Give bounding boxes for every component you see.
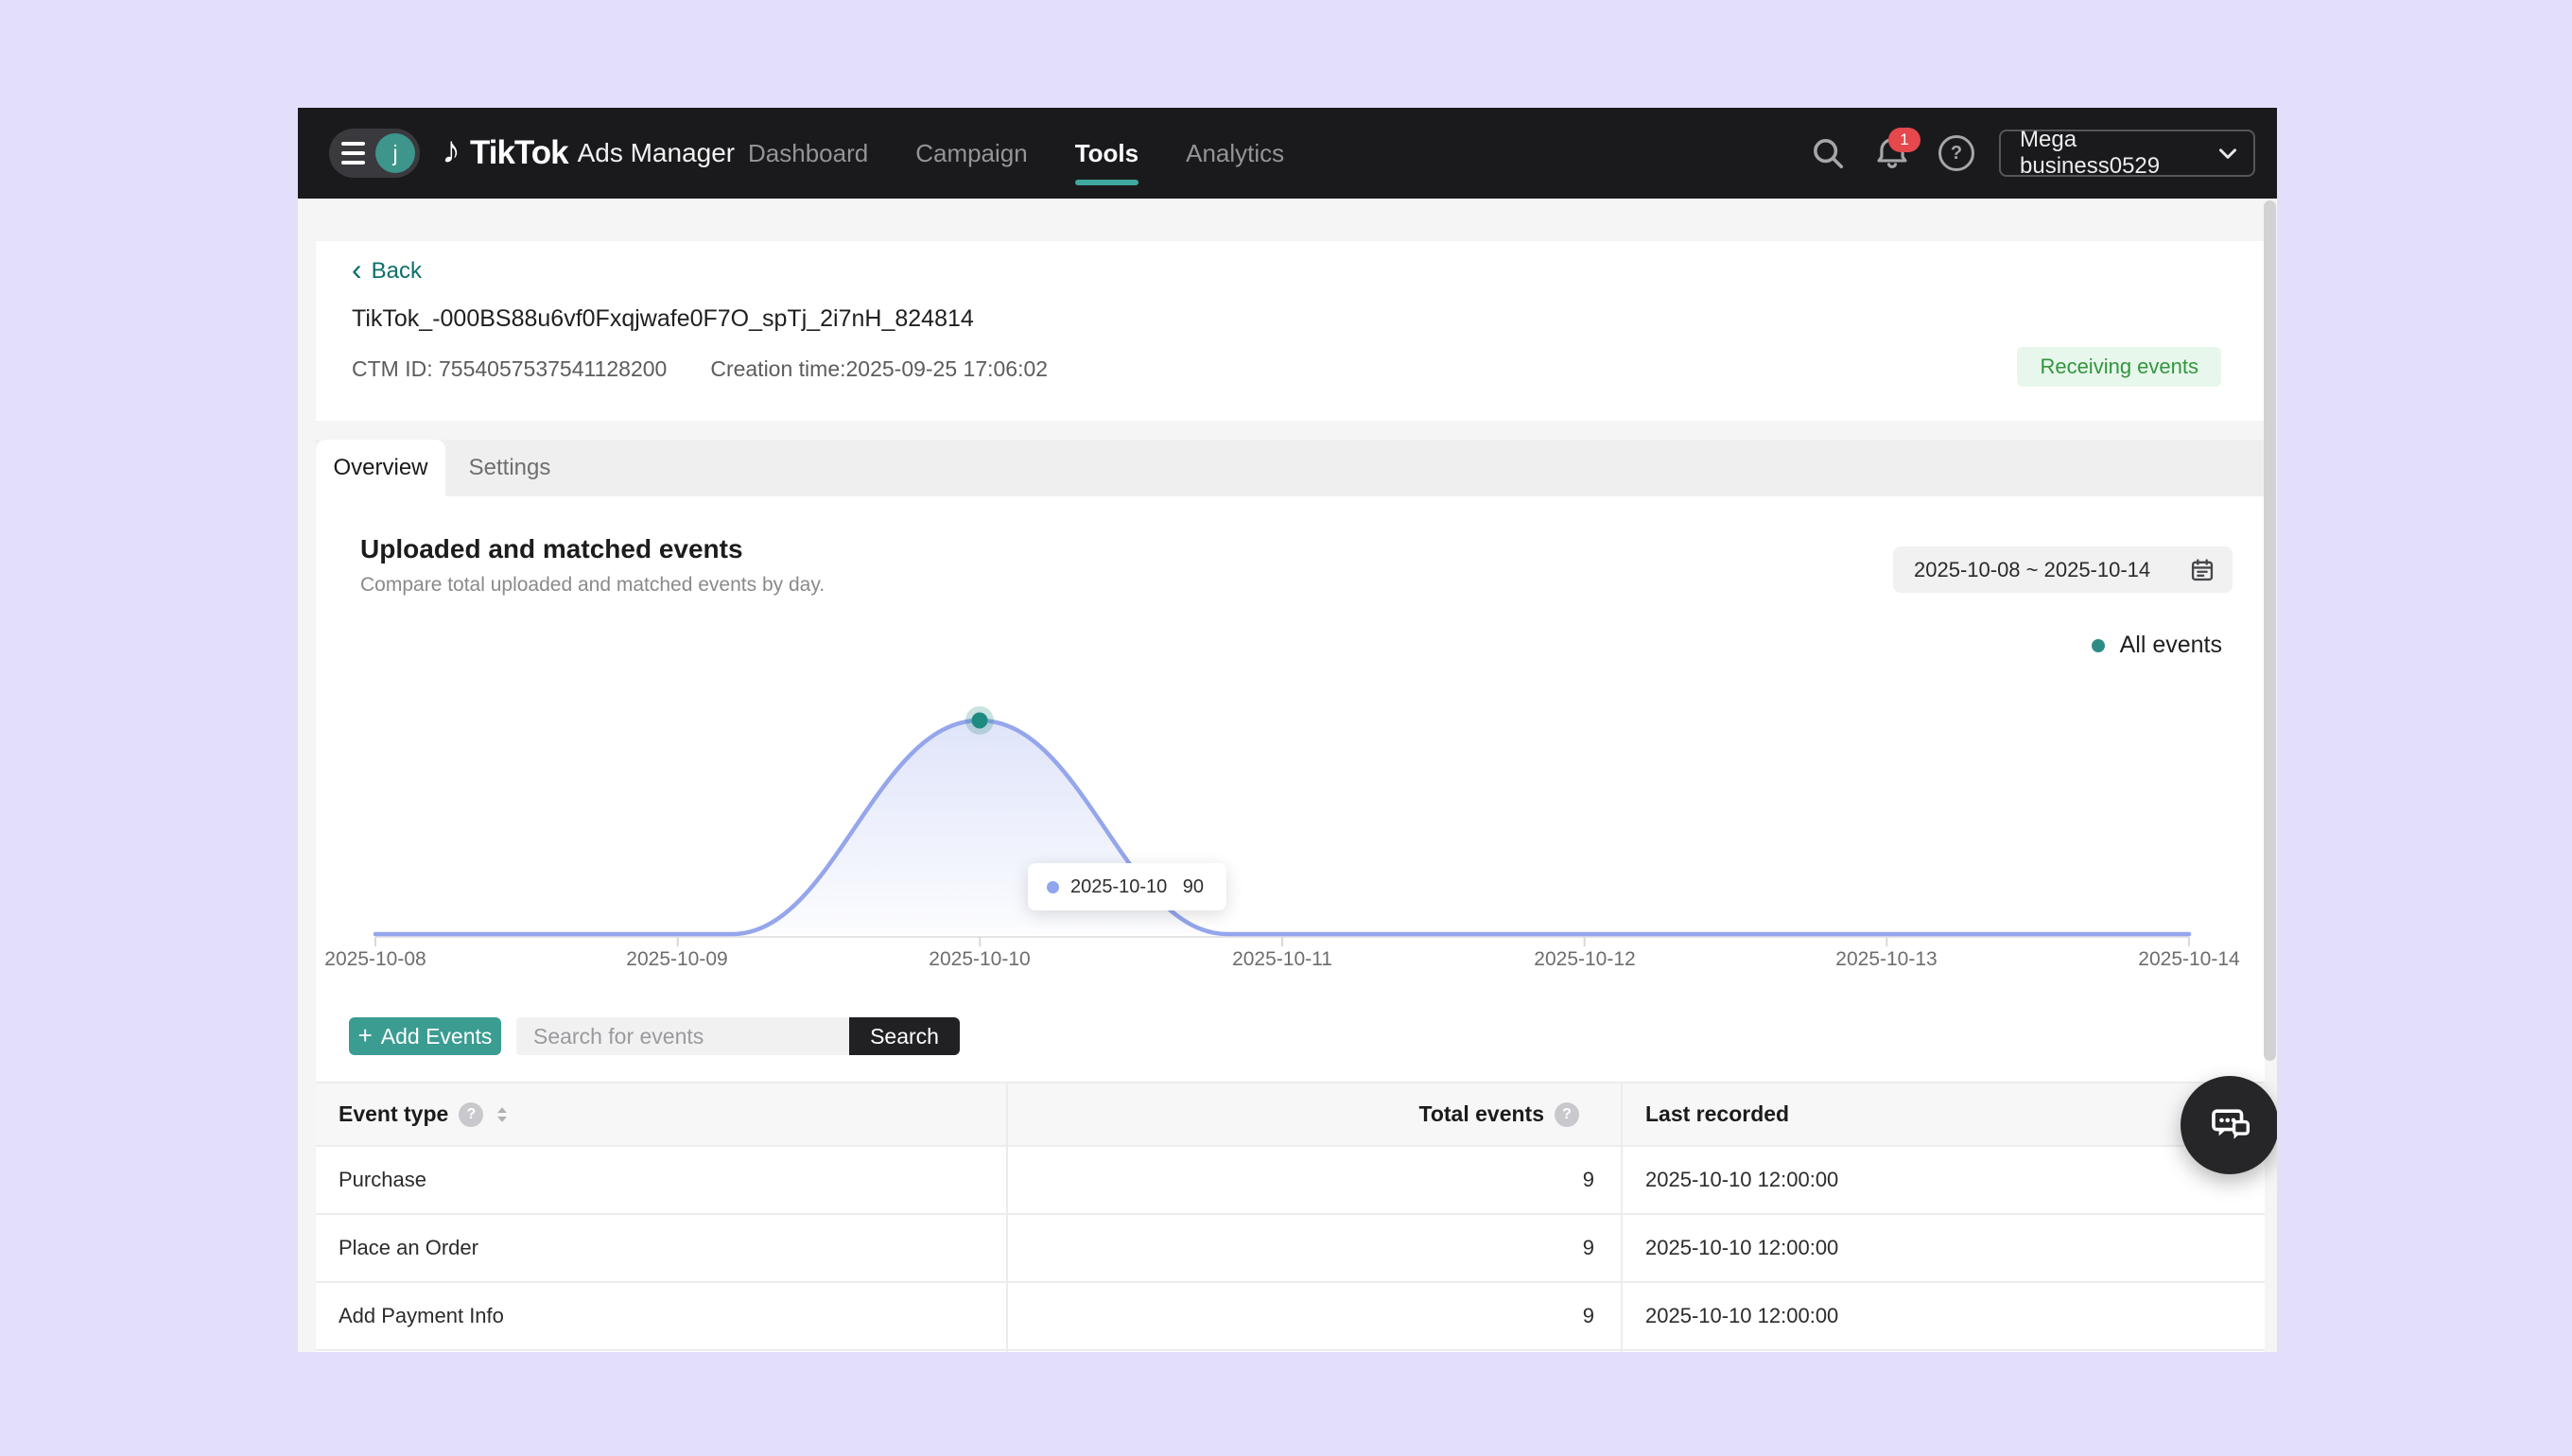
cell-last-recorded bbox=[1623, 1351, 2265, 1352]
help-icon: ? bbox=[1938, 135, 1974, 171]
notifications-button[interactable]: 1 bbox=[1873, 134, 1911, 172]
main-menu-button[interactable]: j bbox=[329, 129, 420, 178]
account-selector[interactable]: Mega business0529 bbox=[1999, 130, 2255, 177]
table-row: Add Payment Info 9 2025-10-10 12:00:00 bbox=[316, 1283, 2265, 1351]
topbar-actions: 1 ? bbox=[1809, 108, 1975, 199]
cell-total-events: 9 bbox=[1008, 1147, 1623, 1213]
nav-campaign[interactable]: Campaign bbox=[915, 108, 1028, 199]
header-last-recorded: Last recorded bbox=[1623, 1083, 2265, 1145]
event-type-help-icon[interactable]: ? bbox=[459, 1102, 483, 1127]
vertical-scrollbar[interactable] bbox=[2264, 200, 2276, 1061]
brand-suffix: Ads Manager bbox=[578, 138, 736, 168]
back-chevron-icon: ‹ bbox=[352, 254, 362, 285]
cell-event-type: Add Payment Info bbox=[316, 1283, 1008, 1349]
nav-dashboard[interactable]: Dashboard bbox=[748, 108, 868, 199]
cell-last-recorded: 2025-10-10 12:00:00 bbox=[1623, 1283, 2265, 1349]
table-row: Purchase 9 2025-10-10 12:00:00 bbox=[316, 1147, 2265, 1215]
cell-event-type bbox=[316, 1351, 1008, 1352]
tab-overview[interactable]: Overview bbox=[316, 440, 445, 496]
total-events-help-icon[interactable]: ? bbox=[1555, 1102, 1579, 1127]
brand-name: TikTok bbox=[470, 134, 568, 172]
add-events-label: Add Events bbox=[381, 1024, 493, 1049]
event-meta: CTM ID: 7554057537541128200 Creation tim… bbox=[352, 356, 1048, 382]
top-navigation-bar: j ♪ TikTok Ads Manager Dashboard Campaig… bbox=[298, 108, 2277, 199]
x-axis-label: 2025-10-13 bbox=[1835, 948, 1937, 971]
back-link[interactable]: ‹ Back bbox=[352, 258, 422, 285]
table-row: Place an Order 9 2025-10-10 12:00:00 bbox=[316, 1215, 2265, 1283]
tab-bar: Overview Settings bbox=[316, 440, 2265, 496]
desktop-background: j ♪ TikTok Ads Manager Dashboard Campaig… bbox=[0, 0, 2572, 1456]
avatar[interactable]: j bbox=[375, 133, 415, 173]
header-total-events-label: Total events bbox=[1419, 1101, 1545, 1127]
creation-time: Creation time:2025-09-25 17:06:02 bbox=[710, 356, 1048, 382]
table-row-partial bbox=[316, 1351, 2265, 1352]
header-last-recorded-label: Last recorded bbox=[1645, 1101, 1789, 1127]
cell-event-type: Place an Order bbox=[316, 1215, 1008, 1281]
sort-icon[interactable] bbox=[495, 1104, 510, 1125]
header-event-type: Event type ? bbox=[316, 1083, 1008, 1145]
notification-badge: 1 bbox=[1888, 128, 1920, 152]
cell-last-recorded: 2025-10-10 12:00:00 bbox=[1623, 1215, 2265, 1281]
search-input[interactable] bbox=[516, 1017, 849, 1055]
nav-tools[interactable]: Tools bbox=[1075, 108, 1138, 199]
chart-subtitle: Compare total uploaded and matched event… bbox=[360, 574, 825, 597]
account-name: Mega business0529 bbox=[2020, 127, 2214, 180]
tiktok-note-icon: ♪ bbox=[442, 131, 461, 169]
tooltip-date: 2025-10-10 bbox=[1070, 876, 1167, 898]
header-event-type-label: Event type bbox=[339, 1101, 448, 1127]
status-badge: Receiving events bbox=[2017, 347, 2221, 387]
tooltip-value: 90 bbox=[1183, 876, 1204, 898]
chat-bubbles-icon bbox=[2206, 1101, 2253, 1149]
chart-tooltip: 2025-10-10 90 bbox=[1028, 863, 1226, 910]
search-button[interactable] bbox=[1809, 134, 1847, 172]
plus-icon: + bbox=[358, 1023, 373, 1048]
events-area-chart bbox=[316, 615, 2265, 983]
add-events-button[interactable]: + Add Events bbox=[349, 1017, 501, 1055]
calendar-icon bbox=[2189, 557, 2216, 583]
page-title: TikTok_-000BS88u6vf0Fxqjwafe0F7O_spTj_2i… bbox=[352, 305, 974, 333]
search-submit-button[interactable]: Search bbox=[849, 1017, 960, 1055]
header-total-events: Total events ? bbox=[1008, 1083, 1623, 1145]
date-range-value: 2025-10-08 ~ 2025-10-14 bbox=[1914, 558, 2189, 582]
axis-ticks bbox=[375, 937, 2189, 946]
highlight-marker bbox=[972, 713, 988, 729]
brand-logo: ♪ TikTok Ads Manager bbox=[442, 108, 735, 199]
ctm-id: CTM ID: 7554057537541128200 bbox=[352, 356, 667, 382]
feedback-chat-button[interactable] bbox=[2181, 1076, 2277, 1174]
overview-panel: Uploaded and matched events Compare tota… bbox=[316, 496, 2265, 1352]
x-axis-label: 2025-10-12 bbox=[1534, 948, 1635, 971]
tooltip-dot-icon bbox=[1047, 881, 1059, 893]
table-header-row: Event type ? Total events ? Last recorde… bbox=[316, 1082, 2265, 1147]
cell-total-events: 9 bbox=[1008, 1283, 1623, 1349]
x-axis-label: 2025-10-10 bbox=[929, 948, 1030, 971]
chevron-down-icon bbox=[2214, 139, 2242, 167]
nav-analytics[interactable]: Analytics bbox=[1186, 108, 1284, 199]
events-table: Event type ? Total events ? Last recorde… bbox=[316, 1082, 2265, 1352]
tab-settings[interactable]: Settings bbox=[458, 440, 562, 496]
hamburger-icon bbox=[341, 142, 365, 165]
cell-event-type: Purchase bbox=[316, 1147, 1008, 1213]
back-label: Back bbox=[372, 258, 422, 285]
help-button[interactable]: ? bbox=[1938, 134, 1975, 172]
series-line bbox=[375, 720, 2189, 934]
search-icon bbox=[1810, 135, 1846, 171]
main-nav: Dashboard Campaign Tools Analytics bbox=[748, 108, 1284, 199]
x-axis-label: 2025-10-09 bbox=[626, 948, 727, 971]
x-axis-label: 2025-10-11 bbox=[1232, 948, 1332, 971]
event-info-card: ‹ Back TikTok_-000BS88u6vf0Fxqjwafe0F7O_… bbox=[316, 241, 2265, 421]
x-axis-label: 2025-10-08 bbox=[324, 948, 426, 971]
cell-total-events bbox=[1008, 1351, 1623, 1352]
date-range-picker[interactable]: 2025-10-08 ~ 2025-10-14 bbox=[1893, 546, 2233, 593]
app-window: j ♪ TikTok Ads Manager Dashboard Campaig… bbox=[298, 108, 2277, 1352]
cell-total-events: 9 bbox=[1008, 1215, 1623, 1281]
cell-last-recorded: 2025-10-10 12:00:00 bbox=[1623, 1147, 2265, 1213]
x-axis-label: 2025-10-14 bbox=[2138, 948, 2239, 971]
chart-title: Uploaded and matched events bbox=[360, 534, 743, 564]
